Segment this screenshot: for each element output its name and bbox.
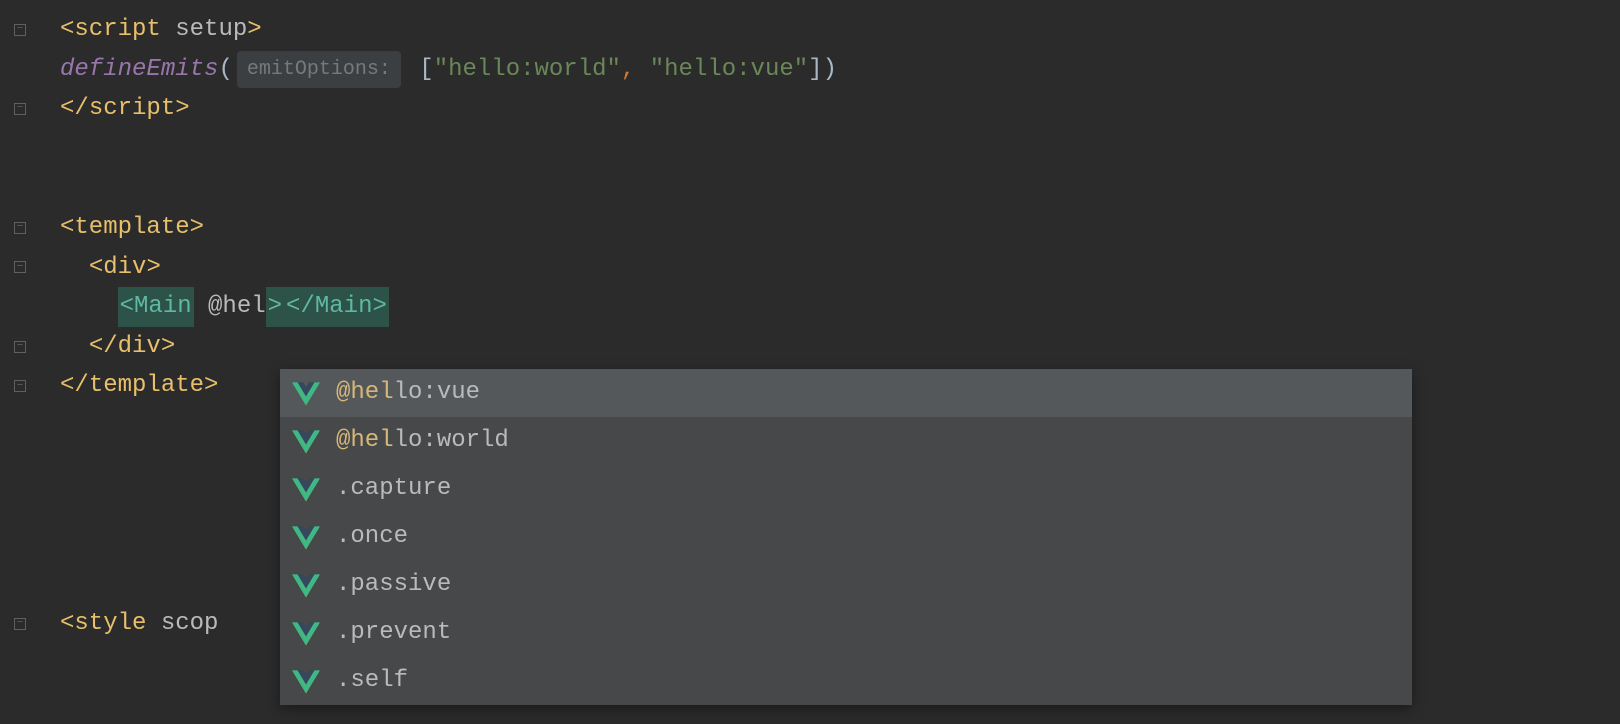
tag-bracket: < — [89, 248, 103, 288]
tag-name: div — [118, 327, 161, 367]
fold-marker[interactable]: − — [0, 248, 40, 288]
fold-marker-empty — [0, 485, 40, 525]
autocomplete-label: .self — [336, 661, 408, 701]
tag-bracket: < — [60, 604, 74, 644]
vue-icon — [292, 573, 320, 597]
code-line[interactable]: <script setup> — [60, 10, 1620, 50]
tag-name: template — [89, 366, 204, 406]
tag-bracket: > — [161, 327, 175, 367]
code-line[interactable]: </script> — [60, 89, 1620, 129]
indent — [60, 287, 118, 327]
vue-icon — [292, 429, 320, 453]
code-line[interactable]: <div> — [60, 248, 1620, 288]
vue-icon — [292, 621, 320, 645]
vue-icon — [292, 477, 320, 501]
vue-icon — [292, 525, 320, 549]
component-close-bracket: > — [266, 287, 284, 327]
code-line[interactable]: <template> — [60, 208, 1620, 248]
fold-marker[interactable]: − — [0, 327, 40, 367]
tag-bracket: </ — [60, 366, 89, 406]
tag-bracket: </ — [89, 327, 118, 367]
vue-icon — [292, 381, 320, 405]
typed-attribute: @hel — [194, 287, 266, 327]
string-literal: "hello:world" — [434, 50, 621, 90]
fold-marker-empty — [0, 525, 40, 565]
bracket: ] — [808, 50, 822, 90]
function-name: defineEmits — [60, 50, 218, 90]
tag-name: script — [74, 10, 160, 50]
indent — [60, 327, 89, 367]
autocomplete-label: .capture — [336, 469, 451, 509]
autocomplete-item[interactable]: @hello:world — [280, 417, 1412, 465]
fold-marker-empty — [0, 406, 40, 446]
fold-marker[interactable]: − — [0, 366, 40, 406]
autocomplete-item[interactable]: .capture — [280, 465, 1412, 513]
autocomplete-popup[interactable]: @hello:vue @hello:world .capture .once .pass… — [280, 369, 1412, 705]
tag-bracket: < — [60, 208, 74, 248]
tag-name: template — [74, 208, 189, 248]
bracket: [ — [419, 50, 433, 90]
autocomplete-label: @hello:vue — [336, 373, 480, 413]
comma: , — [621, 50, 635, 90]
fold-marker[interactable]: − — [0, 89, 40, 129]
attr: scop — [146, 604, 218, 644]
tag-bracket: > — [175, 89, 189, 129]
tag-bracket: > — [190, 208, 204, 248]
tag-name: script — [89, 89, 175, 129]
fold-marker-empty — [0, 564, 40, 604]
autocomplete-item[interactable]: @hello:vue — [280, 369, 1412, 417]
fold-marker[interactable]: − — [0, 208, 40, 248]
attr: setup — [161, 10, 247, 50]
fold-marker-empty — [0, 287, 40, 327]
tag-bracket: </ — [60, 89, 89, 129]
tag-name: style — [74, 604, 146, 644]
tag-bracket: < — [60, 10, 74, 50]
paren: ) — [823, 50, 837, 90]
code-line-active[interactable]: <Main @hel></Main> — [60, 287, 1620, 327]
string-literal: "hello:vue" — [650, 50, 808, 90]
autocomplete-item[interactable]: .self — [280, 657, 1412, 705]
tag-bracket: > — [146, 248, 160, 288]
autocomplete-item[interactable]: .passive — [280, 561, 1412, 609]
autocomplete-item[interactable]: .once — [280, 513, 1412, 561]
code-line-empty[interactable] — [60, 168, 1620, 208]
indent — [60, 248, 89, 288]
autocomplete-label: .prevent — [336, 613, 451, 653]
tag-bracket: > — [204, 366, 218, 406]
tag-name: div — [103, 248, 146, 288]
fold-marker-empty — [0, 446, 40, 486]
autocomplete-label: .passive — [336, 565, 451, 605]
parameter-hint: emitOptions: — [237, 51, 401, 88]
component-open-tag: <Main — [118, 287, 194, 327]
fold-marker-empty — [0, 168, 40, 208]
tag-bracket: > — [247, 10, 261, 50]
code-line[interactable]: defineEmits(emitOptions: ["hello:world",… — [60, 50, 1620, 90]
fold-marker-empty — [0, 50, 40, 90]
code-line[interactable]: </div> — [60, 327, 1620, 367]
fold-marker[interactable]: − — [0, 604, 40, 644]
component-close-tag: </Main> — [284, 287, 389, 327]
autocomplete-label: @hello:world — [336, 421, 509, 461]
paren: ( — [218, 50, 232, 90]
fold-gutter: − − − − − − − — [0, 0, 40, 644]
autocomplete-item[interactable]: .prevent — [280, 609, 1412, 657]
code-line-empty[interactable] — [60, 129, 1620, 169]
fold-marker[interactable]: − — [0, 10, 40, 50]
autocomplete-label: .once — [336, 517, 408, 557]
vue-icon — [292, 669, 320, 693]
fold-marker-empty — [0, 129, 40, 169]
